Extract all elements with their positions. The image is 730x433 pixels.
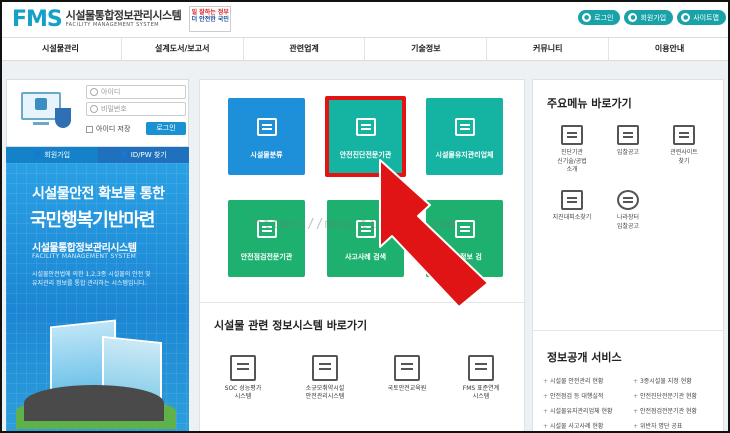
calculator-icon	[561, 190, 583, 210]
login-button[interactable]: ● 로그인	[578, 10, 621, 25]
system-link-small-facility[interactable]: 소규모취약시설 안전관리시스템	[294, 355, 356, 402]
logo-english-name: FACILITY MANAGEMENT SYSTEM	[65, 22, 160, 28]
fms-logo-mark: FMS	[12, 6, 63, 32]
user-icon: 👤	[119, 151, 131, 159]
header-buttons: ● 로그인 ● 회원가입 ● 사이트맵	[578, 10, 726, 25]
list-item[interactable]: 3종시설물 지정 현황	[633, 376, 723, 385]
nav-usage-guide[interactable]: 이용안내	[609, 38, 730, 60]
list-item[interactable]: 시설물 안전관리 현황	[543, 376, 633, 385]
bridge-icon	[312, 355, 338, 381]
calendar-icon	[673, 125, 695, 145]
login-submit-button[interactable]: 로그인	[146, 122, 186, 135]
id-input[interactable]: 아이디	[86, 85, 186, 99]
password-input[interactable]: 비밀번호	[86, 102, 186, 116]
security-pc-illustration	[15, 88, 73, 138]
main-nav: 시설물관리 설계도서/보고서 관련업계 기술정보 커뮤니티 이용안내	[0, 37, 730, 61]
nav-design-documents[interactable]: 설계도서/보고서	[122, 38, 244, 60]
logo-korean-name: 시설물통합정보관리시스템	[65, 9, 182, 22]
nav-related-industry[interactable]: 관련업계	[244, 38, 366, 60]
hand-coin-icon	[561, 125, 583, 145]
tab-find-id-pw[interactable]: 👤 ID/PW 찾기	[97, 147, 189, 163]
quick-menu-title: 주요메뉴 바로가기	[547, 97, 632, 110]
join-button[interactable]: ● 회원가입	[624, 10, 674, 25]
systems-section-title: 시설물 관련 정보시스템 바로가기	[214, 319, 368, 332]
list-item[interactable]: 안전진단전문기관 현황	[633, 391, 723, 400]
public-service-list: 시설물 안전관리 현황 3종시설물 지정 현황 안전점검 등 대행실적 안전진단…	[543, 376, 723, 430]
banner-desc: 유지관리 정보를 통합 관리하는 시스템입니다.	[32, 280, 147, 287]
site-logo[interactable]: FMS 시설물통합정보관리시스템 FACILITY MANAGEMENT SYS…	[12, 6, 232, 32]
plant-icon	[455, 220, 475, 238]
banner-line1: 시설물안전 확보를 통한	[32, 186, 165, 202]
tile-safety-diagnosis-agency[interactable]: 안전진단전문기관	[325, 96, 406, 177]
key-icon	[90, 105, 98, 113]
quick-menu-diagnosis-tech[interactable]: 진단기관 신기술/공법 소개	[547, 125, 597, 175]
network-icon	[468, 355, 494, 381]
login-tabs: 👤 회원가입 👤 ID/PW 찾기	[6, 147, 189, 163]
compass-icon	[617, 190, 639, 210]
system-link-education[interactable]: 국토안전교육원	[376, 355, 438, 393]
quick-menu-nara-market[interactable]: 나라장터 입찰공고	[603, 190, 653, 231]
system-link-fms-standard[interactable]: FMS 표준연계 시스템	[450, 355, 512, 402]
banner-system-eng: FACILITY MANAGEMENT SYSTEM	[32, 253, 137, 260]
lock-icon: ●	[582, 13, 592, 22]
classroom-icon	[394, 355, 420, 381]
tile-safety-inspection-agency[interactable]: 안전점검전문기관	[228, 200, 305, 277]
tile-tech-info-search[interactable]: 기술정보 검	[426, 200, 503, 277]
quick-menu-bid-notice[interactable]: 입찰공고	[603, 125, 653, 158]
banner-desc: 시설물안전법에 의한 1,2,3종 시설물의 안전 및	[32, 271, 151, 278]
site-header: FMS 시설물통합정보관리시스템 FACILITY MANAGEMENT SYS…	[0, 0, 730, 37]
clipboard-icon	[356, 118, 376, 136]
list-item[interactable]: 안전점검 등 대행실적	[543, 391, 633, 400]
system-link-soc[interactable]: SOC 성능평가 시스템	[212, 355, 274, 402]
sitemap-button[interactable]: ● 사이트맵	[677, 10, 726, 25]
book-icon	[617, 125, 639, 145]
certificate-icon	[455, 118, 475, 136]
list-item[interactable]: 시설물 사고사례 현황	[543, 421, 633, 430]
watermark: https://moo.tistory.com	[254, 217, 458, 232]
promo-banner[interactable]: 시설물안전 확보를 통한 국민행복기반마련 시설물통합정보관리시스템 FACIL…	[6, 163, 189, 433]
tile-accident-case-search[interactable]: 사고사례 검색	[327, 200, 404, 277]
user-icon	[90, 88, 98, 96]
tile-facility-classification[interactable]: 시설물분류	[228, 98, 305, 175]
quick-menu-earthquake-shelter[interactable]: 지진대피소찾기	[547, 190, 597, 223]
tab-join[interactable]: 👤 회원가입	[6, 147, 98, 163]
sitemap-icon: ●	[681, 13, 691, 22]
right-panel: 주요메뉴 바로가기 진단기관 신기술/공법 소개 입찰공고 관련사이트 찾기 지…	[532, 79, 724, 433]
shield-icon	[55, 108, 71, 128]
banner-headline: 국민행복기반마련	[30, 210, 155, 231]
quick-menu-related-sites[interactable]: 관련사이트 찾기	[659, 125, 709, 166]
list-item[interactable]: 위반자 명단 공표	[633, 421, 723, 430]
government-slogan: 일 잘하는 정부 더 안전한 국민	[189, 6, 232, 32]
user-icon: ●	[628, 13, 638, 22]
computer-icon	[257, 118, 277, 136]
lock-icon	[35, 98, 47, 110]
user-icon: 👤	[33, 151, 45, 159]
buildings-icon	[230, 355, 256, 381]
banner-system-name: 시설물통합정보관리시스템	[32, 243, 137, 254]
login-panel: 아이디 비밀번호 아이디 저장 로그인	[6, 79, 189, 147]
public-service-title: 정보공개 서비스	[547, 351, 622, 364]
list-item[interactable]: 안전점검전문기관 현황	[633, 406, 723, 415]
nav-community[interactable]: 커뮤니티	[487, 38, 610, 60]
list-item[interactable]: 시설물유지관리업체 현황	[543, 406, 633, 415]
nav-technical-info[interactable]: 기술정보	[365, 38, 488, 60]
tile-maintenance-company[interactable]: 시설물유지관리업체	[426, 98, 503, 175]
nav-facility-management[interactable]: 시설물관리	[0, 38, 122, 60]
save-id-checkbox[interactable]: 아이디 저장	[86, 124, 130, 134]
main-menu-panel: 시설물분류 안전진단전문기관 시설물유지관리업체 안전점검전문기관 사고사례 검…	[199, 79, 525, 433]
